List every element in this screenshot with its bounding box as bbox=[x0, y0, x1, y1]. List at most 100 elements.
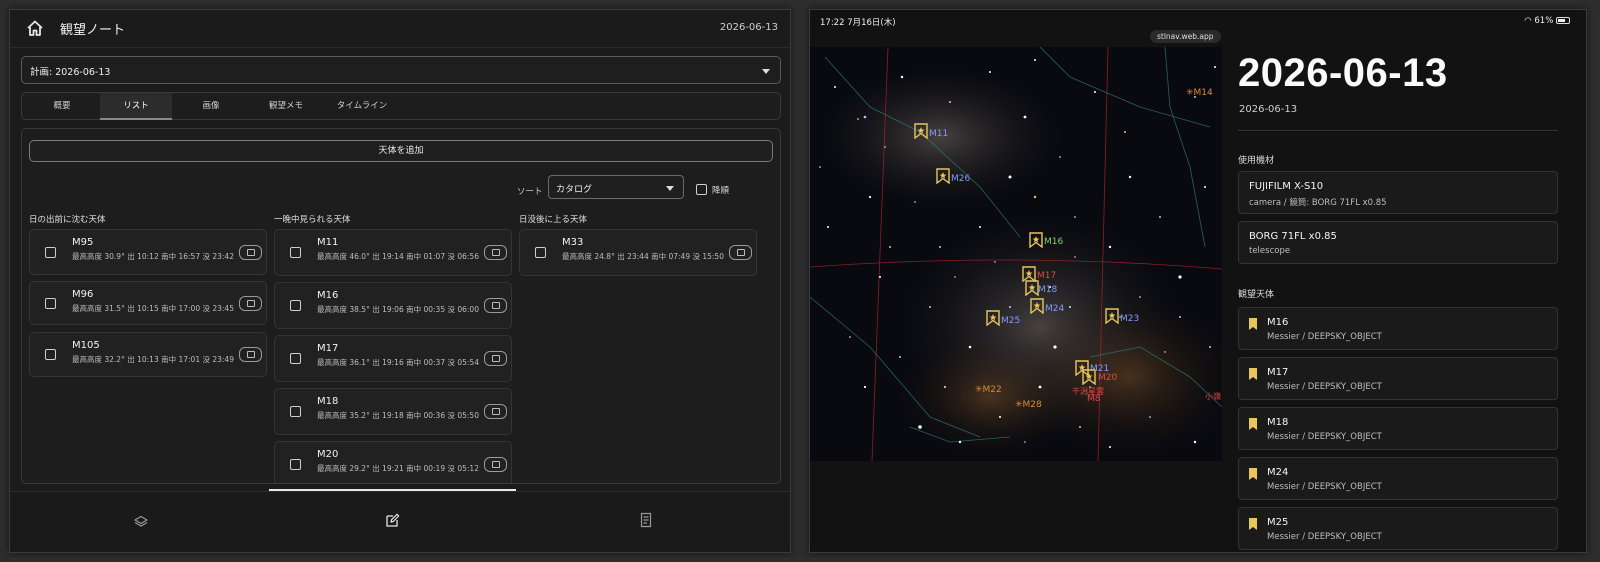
list-item[interactable]: M20 最高高度 29.2° 出 19:21 南中 00:19 没 05:12 bbox=[274, 441, 512, 483]
sky-label-m28[interactable]: ✳M28 bbox=[1015, 400, 1042, 410]
status-bar-time: 17:22 7月16日(木) bbox=[820, 18, 896, 28]
sort-select[interactable]: カタログ bbox=[548, 175, 684, 199]
bookmark-marker-icon[interactable] bbox=[1029, 232, 1043, 248]
edit-note-icon[interactable] bbox=[384, 512, 400, 528]
divider bbox=[1238, 130, 1558, 131]
bookmark-marker-icon[interactable] bbox=[914, 123, 928, 139]
item-checkbox[interactable] bbox=[290, 459, 301, 470]
url-bar[interactable]: stlnav.web.app bbox=[1150, 30, 1221, 43]
object-name: M18 bbox=[1267, 417, 1289, 428]
image-icon bbox=[737, 249, 745, 256]
equipment-section-title: 使用機材 bbox=[1238, 156, 1275, 166]
descending-label: 降順 bbox=[712, 186, 730, 196]
sky-label-m22[interactable]: ✳M22 bbox=[975, 385, 1002, 395]
item-checkbox[interactable] bbox=[535, 247, 546, 258]
tab-overview[interactable]: 概要 bbox=[26, 93, 98, 120]
image-button[interactable] bbox=[484, 245, 507, 260]
battery-icon bbox=[1556, 17, 1570, 24]
image-button[interactable] bbox=[729, 245, 752, 260]
item-name: M11 bbox=[317, 237, 339, 248]
bookmark-marker-icon[interactable] bbox=[936, 168, 950, 184]
item-checkbox[interactable] bbox=[45, 247, 56, 258]
list-item[interactable]: M11 最高高度 46.0° 出 19:14 南中 01:07 没 06:56 bbox=[274, 229, 512, 276]
tab-images[interactable]: 画像 bbox=[175, 93, 247, 120]
sky-label-m16[interactable]: M16 bbox=[1044, 237, 1063, 247]
tab-list[interactable]: リスト bbox=[100, 93, 172, 120]
object-name: M17 bbox=[1267, 367, 1289, 378]
tab-notes[interactable]: 観望メモ bbox=[250, 93, 322, 120]
image-icon bbox=[247, 300, 255, 307]
sky-map[interactable]: ✳M14 M11 M26 M16 M17 M18 M25 M24 M23 M21… bbox=[810, 47, 1222, 461]
equipment-name: BORG 71FL x0.85 bbox=[1249, 231, 1337, 242]
plan-select-value: 計画: 2026-06-13 bbox=[30, 67, 111, 78]
equipment-card[interactable]: BORG 71FL x0.85 telescope bbox=[1238, 221, 1558, 264]
list-item[interactable]: M16 最高高度 38.5° 出 19:06 南中 00:35 没 06:00 bbox=[274, 282, 512, 329]
sky-label-m8[interactable]: M8 bbox=[1087, 394, 1101, 404]
app-header: 観望ノート 2026-06-13 bbox=[10, 10, 790, 48]
document-icon[interactable] bbox=[638, 512, 654, 528]
descending-checkbox[interactable] bbox=[696, 184, 707, 195]
plan-select[interactable]: 計画: 2026-06-13 bbox=[21, 56, 781, 84]
sky-label-m20[interactable]: M20 bbox=[1098, 373, 1117, 383]
tab-timeline[interactable]: タイムライン bbox=[325, 93, 399, 120]
sky-label-m23[interactable]: M23 bbox=[1120, 314, 1139, 324]
image-button[interactable] bbox=[239, 245, 262, 260]
item-checkbox[interactable] bbox=[290, 300, 301, 311]
bookmark-marker-icon[interactable] bbox=[1105, 308, 1119, 324]
list-item[interactable]: M105 最高高度 32.2° 出 10:13 南中 17:01 没 23:49 bbox=[29, 332, 267, 377]
sky-label-m24[interactable]: M24 bbox=[1045, 304, 1064, 314]
image-button[interactable] bbox=[484, 404, 507, 419]
sky-label-m26[interactable]: M26 bbox=[951, 174, 970, 184]
equipment-card[interactable]: FUJIFILM X-S10 camera / 鏡筒: BORG 71FL x0… bbox=[1238, 171, 1558, 214]
object-type: Messier / DEEPSKY_OBJECT bbox=[1267, 432, 1382, 442]
object-type: Messier / DEEPSKY_OBJECT bbox=[1267, 332, 1382, 342]
image-button[interactable] bbox=[239, 296, 262, 311]
active-nav-indicator bbox=[269, 489, 516, 491]
objects-section-title: 観望天体 bbox=[1238, 290, 1275, 300]
item-checkbox[interactable] bbox=[290, 247, 301, 258]
image-button[interactable] bbox=[484, 298, 507, 313]
tab-bar: 概要 リスト 画像 観望メモ タイムライン bbox=[21, 92, 781, 120]
list-item[interactable]: M96 最高高度 31.5° 出 10:15 南中 17:00 没 23:45 bbox=[29, 281, 267, 325]
list-item[interactable]: M33 最高高度 24.8° 出 23:44 南中 07:49 没 15:50 bbox=[519, 229, 757, 276]
app-title: 観望ノート bbox=[60, 23, 126, 38]
object-card[interactable]: M24 Messier / DEEPSKY_OBJECT bbox=[1238, 457, 1558, 500]
sky-label-m18[interactable]: M18 bbox=[1038, 285, 1057, 295]
chevron-down-icon bbox=[762, 69, 770, 74]
bookmark-marker-icon[interactable] bbox=[1025, 280, 1039, 296]
sky-label-small[interactable]: 小嶺 bbox=[1205, 391, 1221, 402]
item-checkbox[interactable] bbox=[45, 298, 56, 309]
home-icon[interactable] bbox=[26, 19, 44, 37]
object-type: Messier / DEEPSKY_OBJECT bbox=[1267, 482, 1382, 492]
item-checkbox[interactable] bbox=[290, 406, 301, 417]
list-item[interactable]: M18 最高高度 35.2° 出 19:18 南中 00:36 没 05:50 bbox=[274, 388, 512, 435]
bookmark-icon bbox=[1249, 318, 1257, 330]
layers-icon[interactable] bbox=[133, 512, 149, 528]
item-detail: 最高高度 31.5° 出 10:15 南中 17:00 没 23:45 bbox=[72, 304, 234, 313]
add-object-button[interactable]: 天体を追加 bbox=[29, 140, 773, 162]
item-checkbox[interactable] bbox=[290, 353, 301, 364]
sky-label-m14[interactable]: ✳M14 bbox=[1186, 88, 1213, 98]
image-button[interactable] bbox=[484, 457, 507, 472]
item-name: M96 bbox=[72, 289, 94, 300]
object-card[interactable]: M18 Messier / DEEPSKY_OBJECT bbox=[1238, 407, 1558, 450]
chevron-down-icon bbox=[666, 186, 674, 191]
bookmark-marker-icon[interactable] bbox=[986, 310, 1000, 326]
sky-label-m25[interactable]: M25 bbox=[1001, 316, 1020, 326]
sky-label-m17[interactable]: M17 bbox=[1037, 271, 1056, 281]
list-item[interactable]: M17 最高高度 36.1° 出 19:16 南中 00:37 没 05:54 bbox=[274, 335, 512, 382]
sort-label: ソート bbox=[517, 187, 543, 197]
sky-label-m11[interactable]: M11 bbox=[929, 129, 948, 139]
image-icon bbox=[492, 461, 500, 468]
list-item[interactable]: M95 最高高度 30.9° 出 10:12 南中 16:57 没 23:42 bbox=[29, 229, 267, 275]
image-button[interactable] bbox=[239, 347, 262, 362]
image-button[interactable] bbox=[484, 351, 507, 366]
image-icon bbox=[492, 249, 500, 256]
object-card[interactable]: M16 Messier / DEEPSKY_OBJECT bbox=[1238, 307, 1558, 350]
item-name: M95 bbox=[72, 237, 94, 248]
object-card[interactable]: M17 Messier / DEEPSKY_OBJECT bbox=[1238, 357, 1558, 400]
object-card[interactable]: M25 Messier / DEEPSKY_OBJECT bbox=[1238, 507, 1558, 550]
sort-select-value: カタログ bbox=[556, 185, 593, 195]
item-checkbox[interactable] bbox=[45, 349, 56, 360]
bookmark-marker-icon[interactable] bbox=[1030, 298, 1044, 314]
